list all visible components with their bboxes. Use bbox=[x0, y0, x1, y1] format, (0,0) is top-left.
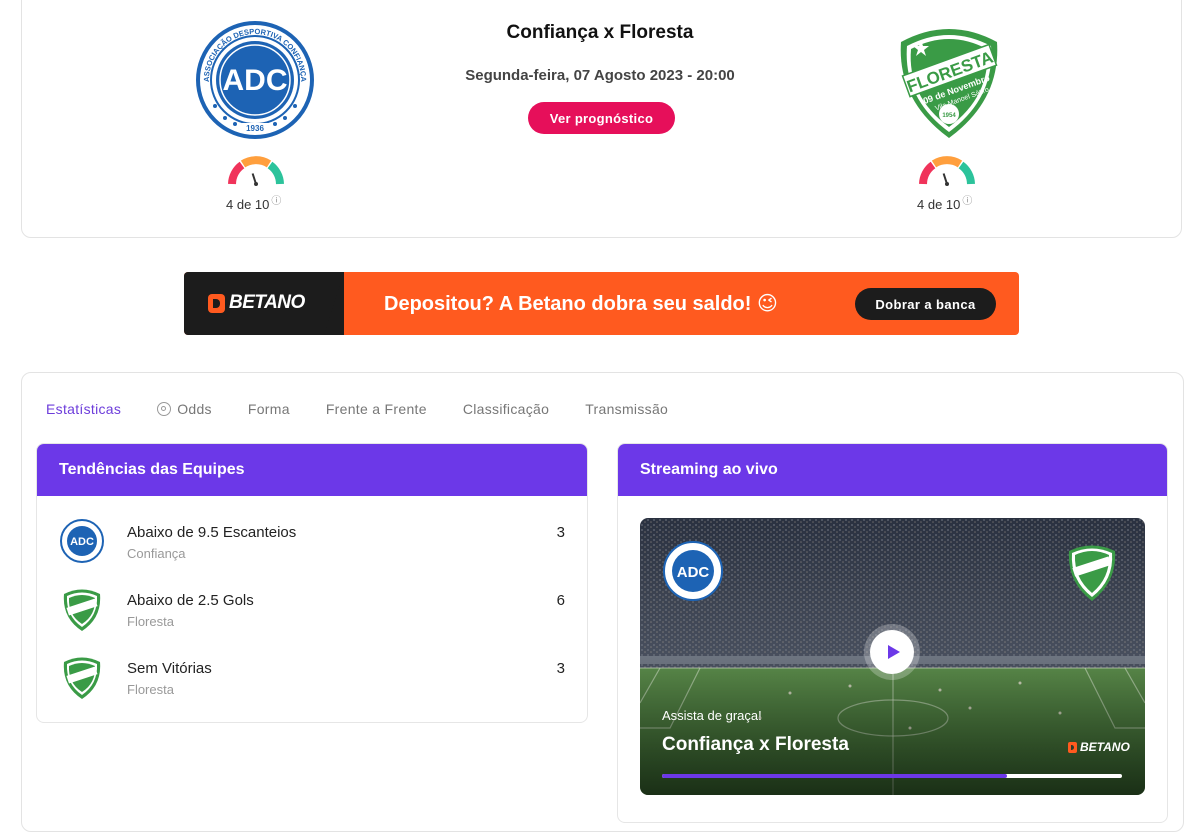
home-crest-year: 1936 bbox=[246, 124, 264, 133]
ver-prognostico-button[interactable]: Ver prognóstico bbox=[528, 102, 675, 134]
trends-title: Tendências das Equipes bbox=[37, 444, 587, 496]
betano-mark-icon bbox=[1068, 741, 1077, 753]
trend-count: 6 bbox=[556, 592, 565, 609]
match-date: Segunda-feira, 07 Agosto 2023 - 20:00 bbox=[465, 67, 735, 84]
play-button[interactable] bbox=[870, 630, 914, 674]
list-item[interactable]: Sem Vitórias Floresta 3 bbox=[37, 654, 587, 722]
trend-team: Floresta bbox=[127, 682, 174, 697]
stream-video-player[interactable]: ADC Assista de graça! Confiança x Flores… bbox=[640, 518, 1145, 795]
home-team-crest: ADC bbox=[662, 540, 724, 602]
tab-label: Forma bbox=[247, 401, 290, 417]
home-rating-gauge bbox=[226, 154, 286, 188]
tab-label: Frente a Frente bbox=[325, 401, 427, 417]
trend-count: 3 bbox=[556, 660, 565, 677]
crest-initials: ADC bbox=[70, 536, 94, 548]
tab-label: Estatísticas bbox=[46, 401, 122, 417]
tab-forma[interactable]: Forma bbox=[248, 401, 290, 417]
trend-team: Floresta bbox=[127, 614, 174, 629]
banner-text: Depositou? A Betano dobra seu saldo! 😉 bbox=[384, 293, 778, 315]
trend-label: Abaixo de 9.5 Escanteios bbox=[127, 524, 297, 541]
tab-label: Classificação bbox=[462, 401, 550, 417]
tab-estatisticas[interactable]: Estatísticas bbox=[46, 401, 121, 417]
away-team-crest bbox=[1064, 542, 1120, 602]
away-team-crest bbox=[59, 586, 105, 632]
list-item[interactable]: ADC Abaixo de 9.5 Escanteios Confiança 3 bbox=[37, 518, 587, 586]
away-rating-gauge bbox=[917, 154, 977, 188]
home-rating: 4 de 10 ⓘ bbox=[226, 197, 281, 213]
odds-icon bbox=[157, 402, 172, 416]
crest-initials: ADC bbox=[677, 564, 710, 581]
home-team-crest: ADC bbox=[59, 518, 105, 564]
betano-mark-icon bbox=[208, 293, 225, 313]
trend-label: Abaixo de 2.5 Gols bbox=[127, 592, 254, 609]
stream-progress-bar[interactable] bbox=[662, 774, 1122, 778]
stream-brand: BETANO bbox=[1080, 740, 1130, 754]
tab-transmissao[interactable]: Transmissão bbox=[585, 401, 668, 417]
away-rating: 4 de 10 ⓘ bbox=[917, 197, 972, 213]
trend-count: 3 bbox=[556, 524, 565, 541]
betano-banner[interactable]: BETANO Depositou? A Betano dobra seu sal… bbox=[184, 272, 1019, 335]
streaming-panel: Streaming ao vivo ADC Assista de graça! … bbox=[617, 443, 1168, 823]
info-icon[interactable]: ⓘ bbox=[271, 197, 281, 207]
streaming-title: Streaming ao vivo bbox=[618, 444, 1167, 496]
stream-subtitle: Assista de graça! bbox=[662, 708, 762, 723]
info-icon[interactable]: ⓘ bbox=[962, 197, 972, 207]
tab-frente-a-frente[interactable]: Frente a Frente bbox=[326, 401, 427, 417]
tab-bar: Estatísticas Odds Forma Frente a Frente … bbox=[46, 401, 704, 417]
tab-label: Odds bbox=[177, 401, 212, 417]
away-rating-text: 4 de 10 bbox=[917, 197, 961, 212]
trends-panel: Tendências das Equipes ADC Abaixo de 9.5… bbox=[36, 443, 588, 723]
tab-label: Transmissão bbox=[585, 401, 669, 417]
trend-team: Confiança bbox=[127, 546, 186, 561]
betano-brand: BETANO bbox=[229, 292, 305, 313]
stream-betano-logo: BETANO bbox=[1068, 740, 1130, 754]
stream-match-title: Confiança x Floresta bbox=[662, 734, 849, 755]
dobrar-banca-button[interactable]: Dobrar a banca bbox=[855, 288, 996, 320]
match-title: Confiança x Floresta bbox=[506, 22, 694, 43]
stream-progress-fill bbox=[662, 774, 1007, 778]
home-rating-text: 4 de 10 bbox=[226, 197, 270, 212]
list-item[interactable]: Abaixo de 2.5 Gols Floresta 6 bbox=[37, 586, 587, 654]
away-team-crest bbox=[59, 654, 105, 700]
tab-classificacao[interactable]: Classificação bbox=[463, 401, 549, 417]
trend-label: Sem Vitórias bbox=[127, 660, 212, 677]
tab-odds[interactable]: Odds bbox=[157, 401, 212, 417]
betano-logo: BETANO bbox=[208, 292, 305, 314]
play-icon bbox=[887, 645, 900, 659]
away-crest-year: 1954 bbox=[942, 113, 956, 119]
